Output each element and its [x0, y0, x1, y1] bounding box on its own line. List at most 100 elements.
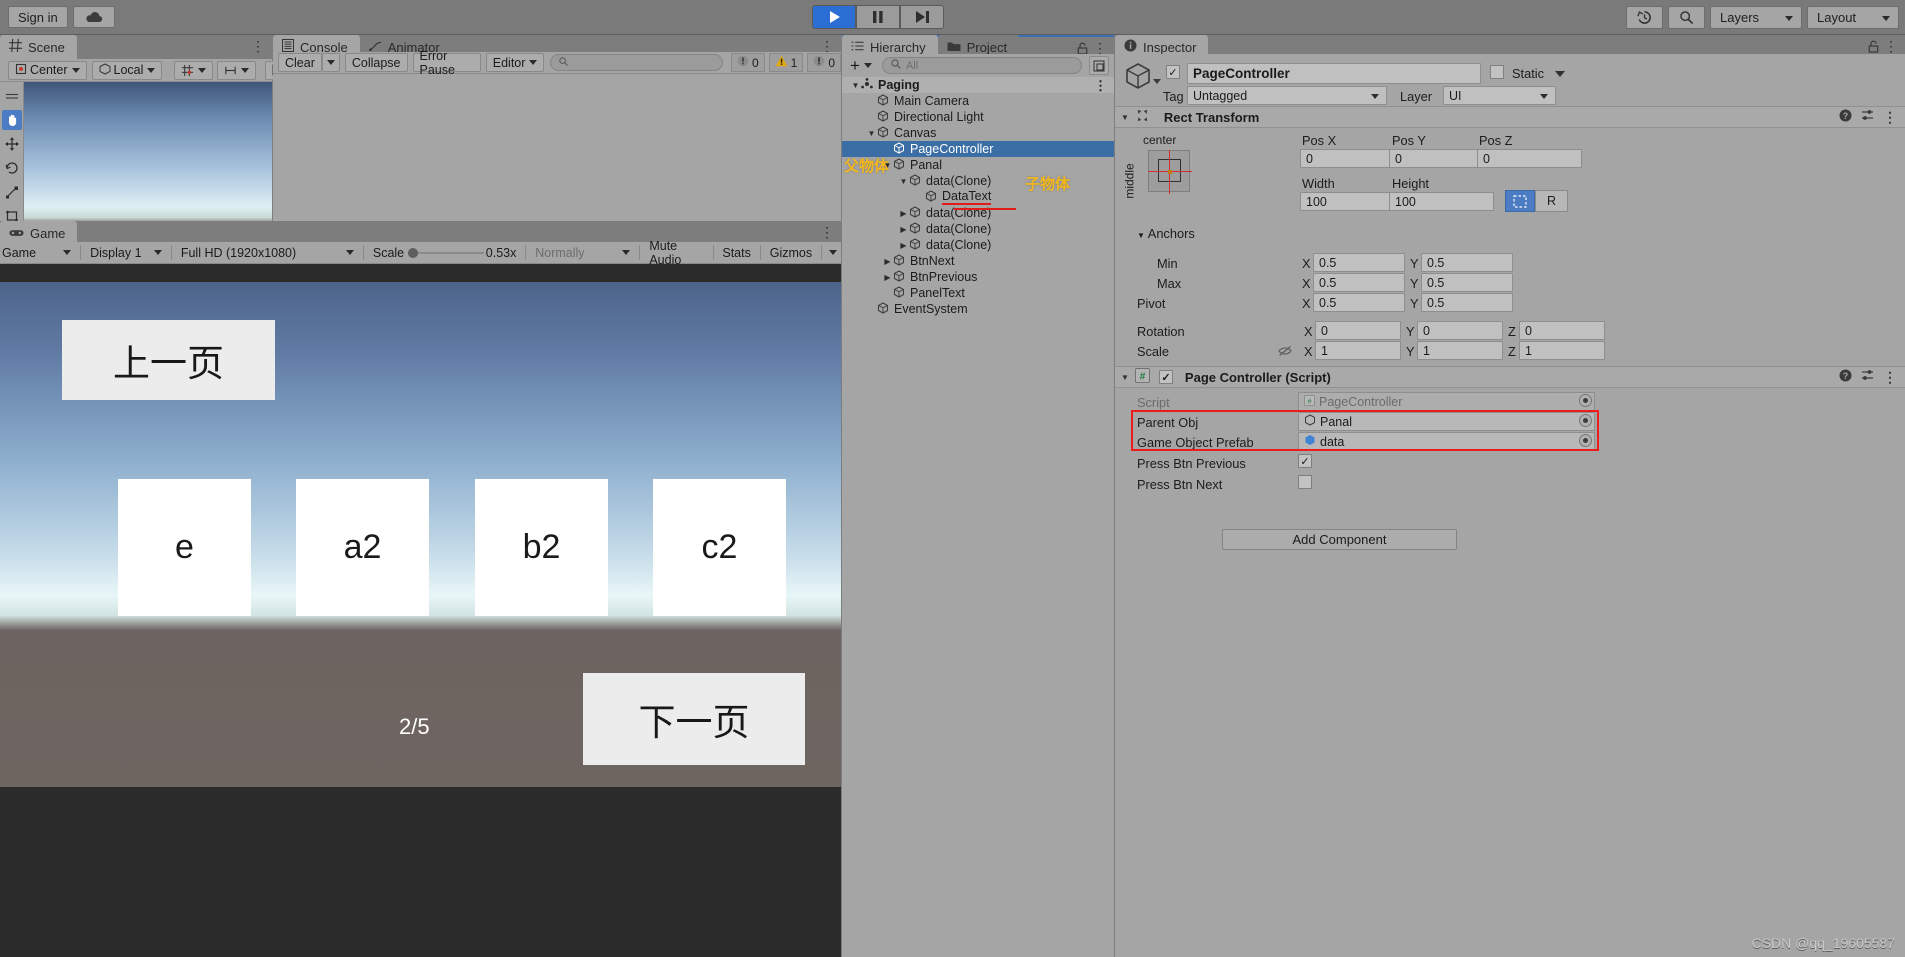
hierarchy-kebab-icon[interactable]: ⋮	[1093, 41, 1107, 55]
scene-kebab-icon[interactable]: ⋮	[251, 39, 265, 53]
tab-scene[interactable]: Scene	[0, 35, 77, 59]
display-dropdown[interactable]: Display 1	[84, 243, 168, 262]
hierarchy-foldout-icon[interactable]: ▶	[882, 273, 893, 282]
gizmos-dropdown[interactable]	[824, 243, 841, 262]
hierarchy-item-datatext[interactable]: DataText	[842, 189, 1114, 205]
editor-dropdown[interactable]: Editor	[485, 53, 545, 72]
play-button[interactable]	[812, 5, 856, 29]
mute-audio-toggle[interactable]: Mute Audio	[643, 239, 710, 267]
layer-dropdown[interactable]: UI	[1443, 86, 1556, 105]
anchor-max-x-field[interactable]: 0.5	[1313, 273, 1405, 292]
game-kebab-icon[interactable]: ⋮	[820, 225, 834, 239]
stats-toggle[interactable]: Stats	[716, 243, 757, 262]
kebab-icon[interactable]: ⋮	[1883, 110, 1897, 124]
height-field[interactable]: 100	[1389, 192, 1494, 211]
hierarchy-row-kebab-icon[interactable]: ⋮	[1094, 79, 1107, 92]
history-icon[interactable]	[1626, 6, 1663, 29]
hierarchy-tree[interactable]: ▼ Paging ⋮ Main Camera Directional Light ▼ Can…	[842, 77, 1114, 957]
data-card[interactable]: c2	[653, 479, 786, 616]
anchor-min-x-field[interactable]: 0.5	[1313, 253, 1405, 272]
parent-obj-field[interactable]: Panal	[1298, 412, 1595, 431]
parent-obj-object-picker-icon[interactable]	[1579, 414, 1592, 427]
page-controller-enabled-checkbox[interactable]: ✓	[1158, 370, 1173, 384]
gameobject-icon-dropdown[interactable]	[1153, 79, 1161, 84]
scale-y-field[interactable]: 1	[1417, 341, 1503, 360]
grid-snap-icon[interactable]	[174, 60, 214, 80]
game-viewport[interactable]: 上一页 e a2 b2 c2 下一页 2/5	[0, 264, 841, 957]
hierarchy-item-main-camera[interactable]: Main Camera	[842, 93, 1114, 109]
snap-increment-icon[interactable]	[217, 60, 257, 80]
hierarchy-item-data-clone[interactable]: ▶ data(Clone)	[842, 237, 1114, 253]
hierarchy-foldout-icon[interactable]: ▼	[898, 177, 909, 186]
link-off-icon[interactable]	[1278, 345, 1292, 360]
hierarchy-foldout-icon[interactable]: ▼	[850, 81, 861, 90]
prefab-field[interactable]: data	[1298, 432, 1595, 451]
search-icon[interactable]	[1668, 6, 1705, 29]
tag-dropdown[interactable]: Untagged	[1187, 86, 1387, 105]
scale-x-field[interactable]: 1	[1315, 341, 1401, 360]
hierarchy-foldout-icon[interactable]: ▶	[898, 225, 909, 234]
previous-page-button[interactable]: 上一页	[62, 320, 275, 400]
warning-count[interactable]: 1	[768, 53, 804, 72]
clear-button[interactable]: Clear	[278, 53, 322, 72]
hierarchy-item-paneltext[interactable]: PanelText	[842, 285, 1114, 301]
pos-z-field[interactable]: 0	[1477, 149, 1582, 168]
rotate-tool-icon[interactable]	[2, 158, 22, 178]
hierarchy-item-btnnext[interactable]: ▶ BtnNext	[842, 253, 1114, 269]
hierarchy-item-directional-light[interactable]: Directional Light	[842, 109, 1114, 125]
static-dropdown-icon[interactable]	[1555, 71, 1565, 77]
rotation-y-field[interactable]: 0	[1417, 321, 1503, 340]
inspector-kebab-icon[interactable]: ⋮	[1884, 39, 1898, 53]
drag-handle-icon[interactable]	[2, 86, 22, 106]
scale-slider-handle[interactable]	[408, 248, 419, 258]
hand-tool-icon[interactable]	[1, 110, 22, 130]
scale-slider[interactable]	[406, 243, 486, 262]
rotation-z-field[interactable]: 0	[1519, 321, 1605, 340]
anchor-max-y-field[interactable]: 0.5	[1421, 273, 1513, 292]
game-display-target-dropdown[interactable]: Game	[0, 243, 78, 262]
clear-options-dropdown[interactable]	[321, 53, 340, 72]
hierarchy-item-data-clone[interactable]: ▶ data(Clone)	[842, 221, 1114, 237]
prefab-object-picker-icon[interactable]	[1579, 434, 1592, 447]
hierarchy-foldout-icon[interactable]: ▶	[898, 209, 909, 218]
play-mode-dropdown[interactable]: Normally	[529, 243, 637, 262]
sign-in-button[interactable]: Sign in	[8, 6, 68, 28]
gameobject-enabled-checkbox[interactable]: ✓	[1166, 65, 1180, 79]
anchors-foldout-label[interactable]: ▼ Anchors	[1137, 226, 1195, 241]
data-card[interactable]: e	[118, 479, 251, 616]
page-controller-foldout-icon[interactable]: ▼	[1121, 373, 1129, 382]
press-next-checkbox[interactable]	[1298, 475, 1312, 489]
next-page-button[interactable]: 下一页	[583, 673, 805, 765]
handle-space-dropdown[interactable]: Local	[91, 60, 163, 80]
press-prev-checkbox[interactable]: ✓	[1298, 454, 1312, 468]
data-card[interactable]: a2	[296, 479, 429, 616]
cloud-icon[interactable]	[72, 6, 115, 28]
error-count[interactable]: 0	[807, 53, 841, 72]
pivot-y-field[interactable]: 0.5	[1421, 293, 1513, 312]
resolution-dropdown[interactable]: Full HD (1920x1080)	[174, 243, 360, 262]
layout-dropdown[interactable]: Layout	[1807, 6, 1899, 29]
script-object-picker-icon[interactable]	[1579, 394, 1592, 407]
rotation-x-field[interactable]: 0	[1315, 321, 1401, 340]
preset-icon[interactable]	[1861, 109, 1874, 125]
gizmos-toggle[interactable]: Gizmos	[763, 243, 819, 262]
gameobject-name-field[interactable]: PageController	[1187, 63, 1481, 84]
pivot-mode-dropdown[interactable]: Center	[8, 60, 87, 80]
raw-edit-toggle[interactable]: R	[1535, 190, 1568, 212]
move-tool-icon[interactable]	[2, 134, 22, 154]
hierarchy-item-btnprevious[interactable]: ▶ BtnPrevious	[842, 269, 1114, 285]
anchor-min-y-field[interactable]: 0.5	[1421, 253, 1513, 272]
hierarchy-foldout-icon[interactable]: ▶	[882, 257, 893, 266]
console-log-list[interactable]	[273, 74, 841, 221]
rect-transform-header[interactable]: ▼ Rect Transform ? ⋮	[1115, 106, 1905, 128]
collapse-toggle[interactable]: Collapse	[344, 53, 408, 72]
scale-z-field[interactable]: 1	[1519, 341, 1605, 360]
rect-transform-foldout-icon[interactable]: ▼	[1121, 113, 1129, 122]
hierarchy-foldout-icon[interactable]: ▶	[898, 241, 909, 250]
preset-icon[interactable]	[1861, 369, 1874, 385]
anchor-preset-widget[interactable]	[1148, 150, 1192, 194]
blueprint-icon[interactable]	[1505, 190, 1535, 212]
hierarchy-item-paging[interactable]: ▼ Paging ⋮	[842, 77, 1114, 93]
kebab-icon[interactable]: ⋮	[1883, 370, 1897, 384]
hierarchy-search-input[interactable]: All	[881, 57, 1082, 74]
